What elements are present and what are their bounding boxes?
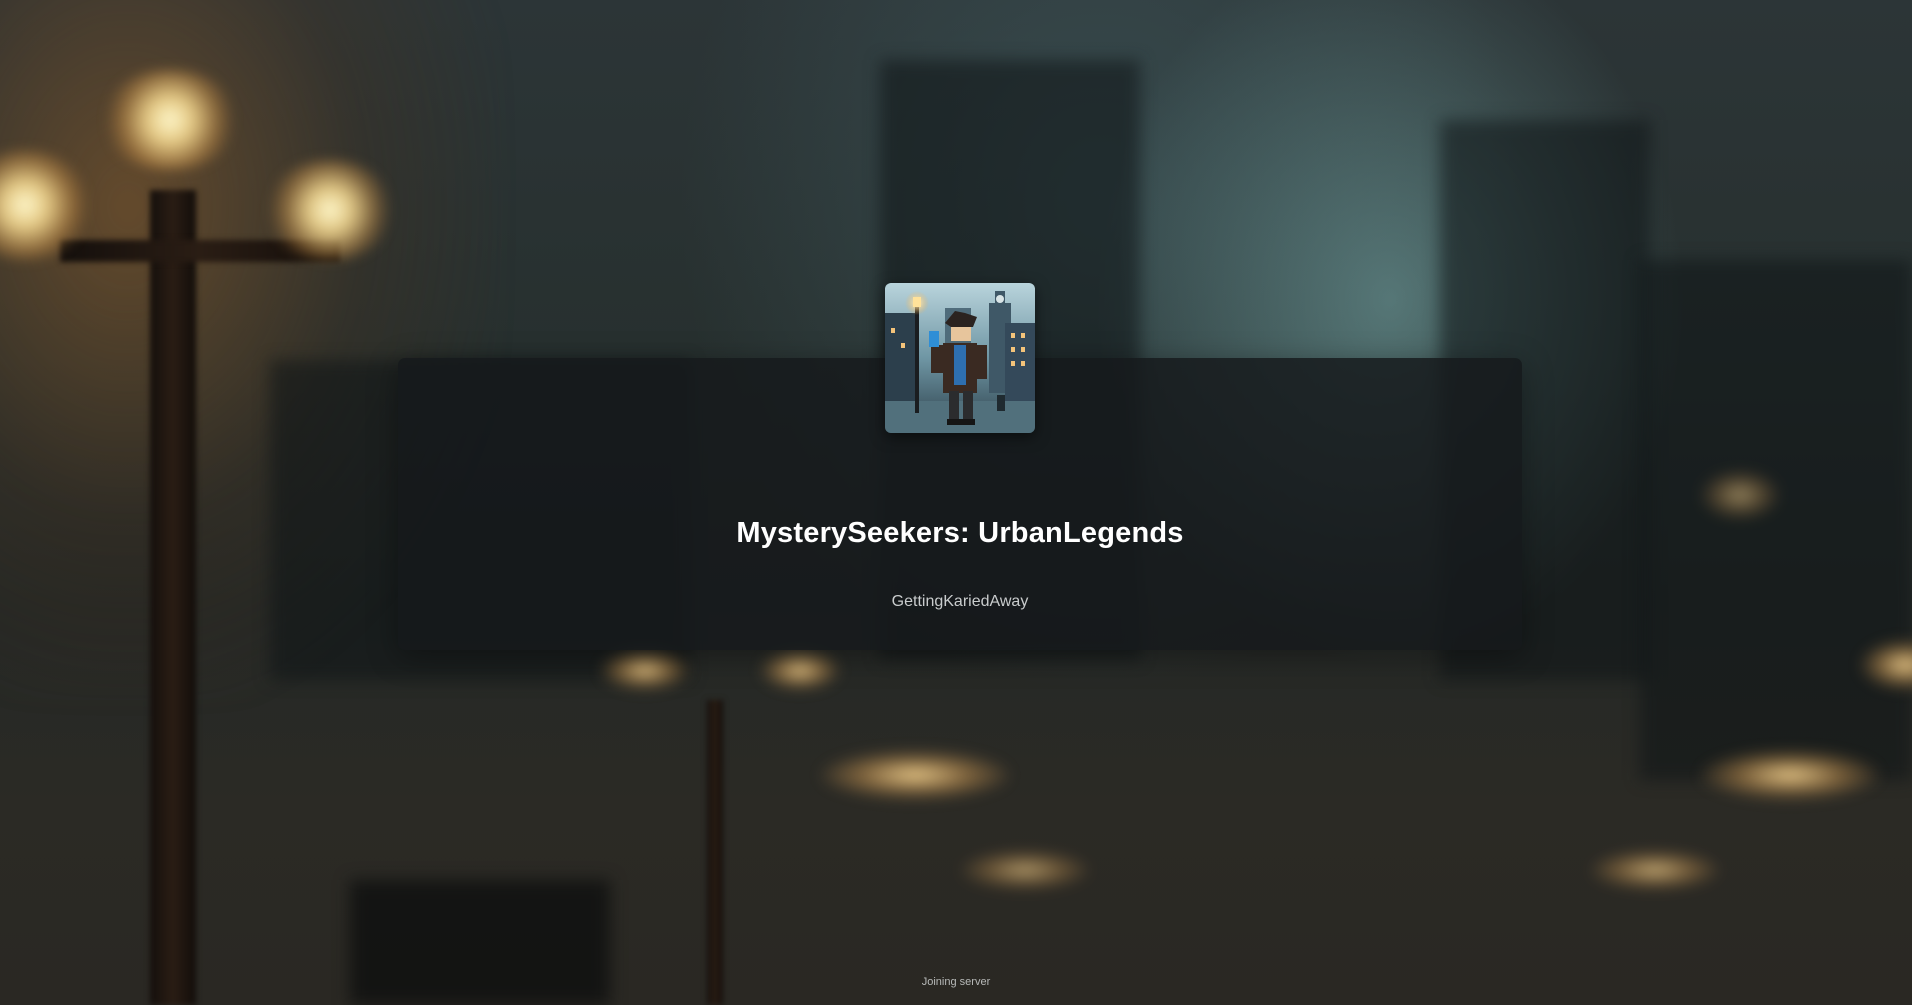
- background-street-light: [960, 850, 1090, 890]
- background-lamp-light: [0, 150, 90, 260]
- loading-status-text: Joining server: [921, 976, 991, 988]
- background-street-light: [820, 750, 1010, 800]
- game-title: MysterySeekers: UrbanLegends: [736, 517, 1184, 549]
- background-street-light: [1590, 850, 1720, 890]
- background-street-light: [600, 650, 690, 690]
- game-thumbnail-icon: [885, 283, 1035, 433]
- background-lamp-post: [707, 700, 723, 1005]
- loading-screen: MysterySeekers: UrbanLegends GettingKari…: [0, 0, 1912, 1005]
- background-lamp-post: [150, 190, 196, 1005]
- game-creator: GettingKariedAway: [891, 593, 1029, 610]
- background-street-light: [1860, 640, 1912, 690]
- background-building: [1640, 260, 1912, 780]
- background-lamp-light: [100, 70, 240, 170]
- background-street-light: [760, 650, 840, 690]
- background-street-light: [1700, 750, 1880, 800]
- background-street-light: [1700, 470, 1780, 520]
- background-lamp-post: [60, 240, 340, 262]
- background-lamp-light: [265, 160, 395, 260]
